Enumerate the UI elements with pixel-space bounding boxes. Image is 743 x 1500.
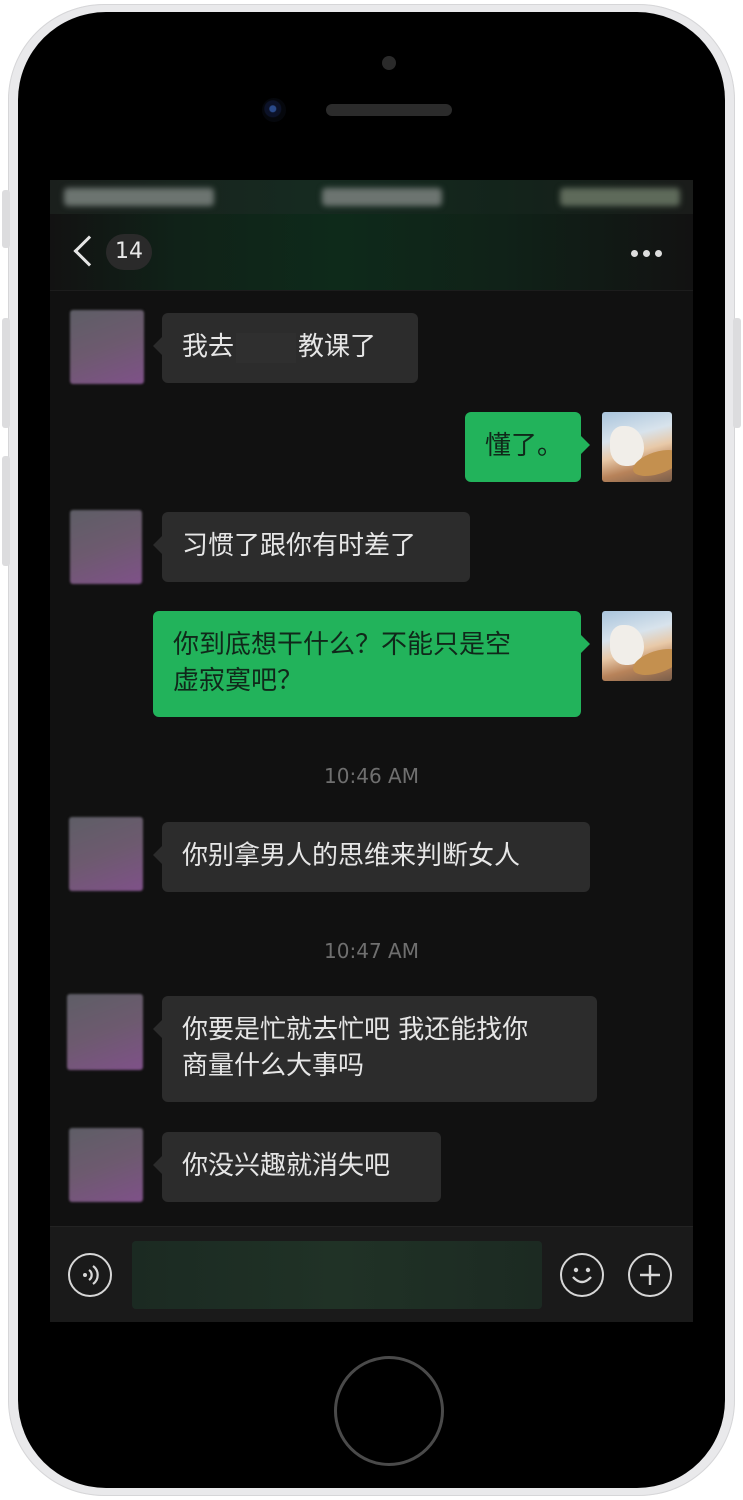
contact-avatar[interactable] <box>69 817 143 891</box>
power-button <box>733 318 741 428</box>
chat-header: 14 <box>50 214 693 291</box>
back-chevron-icon[interactable] <box>73 235 105 267</box>
more-options-icon[interactable] <box>631 250 663 258</box>
chat-screen: 14 我去 教课了 懂了。 习惯了跟你有时差了 你到底想干什么？不能只是空 虚寂寞… <box>50 180 693 1322</box>
message-text: 我去 <box>182 332 235 362</box>
input-bar <box>50 1226 693 1322</box>
status-bar <box>50 180 693 214</box>
contact-avatar[interactable] <box>69 1128 143 1202</box>
received-message[interactable]: 你要是忙就去忙吧 我还能找你 商量什么大事吗 <box>153 996 597 1102</box>
message-text: 你没兴趣就消失吧 <box>182 1151 391 1181</box>
contact-avatar[interactable] <box>70 510 142 584</box>
message-input[interactable] <box>132 1241 542 1309</box>
unread-count-badge[interactable]: 14 <box>106 234 152 270</box>
my-avatar[interactable] <box>602 412 672 482</box>
earpiece-speaker <box>326 104 452 116</box>
my-avatar[interactable] <box>602 611 672 681</box>
volume-up-button <box>2 318 10 428</box>
message-text-line: 虚寂寞吧？ <box>173 666 304 696</box>
front-camera <box>262 98 286 122</box>
voice-icon <box>83 1265 99 1285</box>
sent-message[interactable]: 懂了。 <box>465 412 590 482</box>
contact-avatar[interactable] <box>70 310 144 384</box>
mute-switch <box>2 190 10 248</box>
plus-icon <box>640 1265 660 1285</box>
received-message[interactable]: 你别拿男人的思维来判断女人 <box>153 822 590 892</box>
volume-down-button <box>2 456 10 566</box>
message-text: 你别拿男人的思维来判断女人 <box>182 841 521 871</box>
message-text-line: 你到底想干什么？不能只是空 <box>173 630 512 660</box>
message-text: 懂了。 <box>485 431 564 461</box>
sent-message[interactable]: 你到底想干什么？不能只是空 虚寂寞吧？ <box>153 611 590 717</box>
status-blurred-left <box>64 188 214 206</box>
received-message[interactable]: 你没兴趣就消失吧 <box>153 1132 441 1202</box>
message-text: 习惯了跟你有时差了 <box>182 531 417 561</box>
add-button[interactable] <box>628 1253 672 1297</box>
voice-button[interactable] <box>68 1253 112 1297</box>
home-button[interactable] <box>334 1356 444 1466</box>
message-text-line: 你要是忙就去忙吧 我还能找你 <box>182 1015 529 1045</box>
emoji-icon <box>572 1267 592 1284</box>
message-text-line: 商量什么大事吗 <box>182 1051 365 1081</box>
message-text: 教课了 <box>298 332 377 362</box>
contact-avatar[interactable] <box>67 994 143 1070</box>
proximity-sensor <box>382 56 396 70</box>
message-timestamp: 10:47 AM <box>324 939 419 963</box>
received-message[interactable]: 习惯了跟你有时差了 <box>153 512 470 582</box>
redacted-text <box>236 332 297 363</box>
message-timestamp: 10:46 AM <box>324 764 419 788</box>
received-message[interactable]: 我去 教课了 <box>153 313 418 383</box>
status-blurred-center <box>322 188 442 206</box>
emoji-button[interactable] <box>560 1253 604 1297</box>
status-blurred-right <box>560 188 680 206</box>
